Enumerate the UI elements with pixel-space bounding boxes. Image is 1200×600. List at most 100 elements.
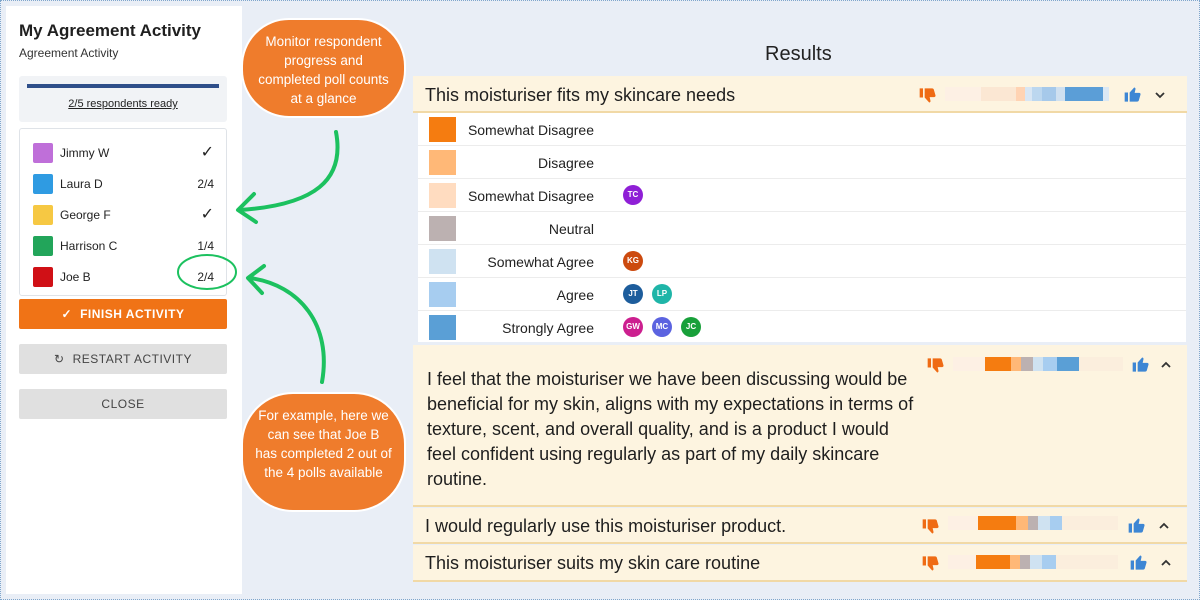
chevron-up-icon[interactable] xyxy=(1157,519,1171,533)
respondent-color-swatch xyxy=(33,174,53,194)
bar-segment xyxy=(1010,555,1020,569)
scale-label: Somewhat Disagree xyxy=(467,122,594,138)
scale-label: Disagree xyxy=(537,155,594,171)
bar-segment xyxy=(976,555,1010,569)
chevron-up-icon[interactable] xyxy=(1159,358,1173,372)
distribution-row: Agree JT LP xyxy=(418,278,1186,311)
chevron-down-icon[interactable] xyxy=(1153,88,1167,102)
avatar[interactable]: TC xyxy=(623,185,643,205)
callout-progress-tip: Monitor respondent progress and complete… xyxy=(241,18,406,118)
respondent-row[interactable]: George F ✓ xyxy=(20,201,228,229)
scale-swatch xyxy=(429,249,456,274)
scale-swatch xyxy=(429,315,456,340)
finish-activity-button[interactable]: ✓ FINISH ACTIVITY xyxy=(19,299,227,329)
thumbs-down-icon xyxy=(926,355,946,375)
respondent-row[interactable]: Joe B 2/4 xyxy=(20,263,228,291)
respondents-ready-link[interactable]: 2/5 respondents ready xyxy=(19,98,227,110)
bar-segment xyxy=(953,357,985,371)
scale-label: Neutral xyxy=(548,221,594,237)
response-distribution-bar xyxy=(945,87,1109,101)
respondent-status: 2/4 xyxy=(197,270,214,284)
distribution-row: Strongly Agree GW MC JC xyxy=(418,311,1186,344)
progress-box: 2/5 respondents ready xyxy=(19,76,227,122)
respondent-name: Jimmy W xyxy=(60,146,110,160)
response-distribution-bar xyxy=(948,516,1118,530)
respondent-name: Laura D xyxy=(60,177,103,191)
question-text: This moisturiser suits my skin care rout… xyxy=(425,553,761,573)
respondent-row[interactable]: Jimmy W ✓ xyxy=(20,139,228,167)
bar-segment xyxy=(1033,357,1043,371)
bar-segment xyxy=(1038,516,1050,530)
bar-segment xyxy=(1079,357,1123,371)
finish-activity-label: FINISH ACTIVITY xyxy=(80,307,185,321)
scale-label: Agree xyxy=(556,287,594,303)
bar-segment xyxy=(985,357,1011,371)
bar-segment xyxy=(1042,555,1056,569)
bar-segment xyxy=(1050,516,1062,530)
scale-label: Strongly Agree xyxy=(502,320,594,336)
question-header[interactable]: This moisturiser fits my skincare needs xyxy=(413,76,1187,113)
bar-segment xyxy=(1062,516,1118,530)
chevron-up-icon[interactable] xyxy=(1159,556,1173,570)
question-header[interactable]: This moisturiser suits my skin care rout… xyxy=(413,545,1187,582)
restart-activity-button[interactable]: ↻ RESTART ACTIVITY xyxy=(19,344,227,374)
respondent-row[interactable]: Harrison C 1/4 xyxy=(20,232,228,260)
results-title: Results xyxy=(765,43,832,65)
activity-sidebar: My Agreement Activity Agreement Activity… xyxy=(6,6,242,594)
bar-segment xyxy=(1056,555,1118,569)
respondent-color-swatch xyxy=(33,205,53,225)
scale-swatch xyxy=(429,282,456,307)
question-text: I would regularly use this moisturiser p… xyxy=(425,516,787,536)
scale-label: Somewhat Agree xyxy=(487,254,594,270)
avatar[interactable]: MC xyxy=(652,317,672,337)
bar-segment xyxy=(1030,555,1042,569)
avatar[interactable]: JC xyxy=(681,317,701,337)
bar-segment xyxy=(981,87,1017,101)
respondent-color-swatch xyxy=(33,143,53,163)
bar-segment xyxy=(1028,516,1038,530)
close-label: CLOSE xyxy=(101,397,145,411)
respondent-row[interactable]: Laura D 2/4 xyxy=(20,170,228,198)
close-button[interactable]: CLOSE xyxy=(19,389,227,419)
avatar[interactable]: KG xyxy=(623,251,643,271)
progress-fill xyxy=(27,84,219,88)
question-header[interactable]: I feel that the moisturiser we have been… xyxy=(413,345,1187,507)
respondent-status: ✓ xyxy=(200,144,214,161)
bar-segment xyxy=(1103,87,1109,101)
thumbs-down-icon xyxy=(918,85,938,105)
bar-segment xyxy=(1020,555,1030,569)
distribution-row: Disagree xyxy=(418,146,1186,179)
bar-segment xyxy=(945,87,982,101)
bar-segment xyxy=(1056,87,1066,101)
question-text: This moisturiser fits my skincare needs xyxy=(425,85,736,105)
distribution-row: Somewhat Disagree xyxy=(418,113,1186,146)
respondent-name: Joe B xyxy=(60,270,91,284)
avatar[interactable]: LP xyxy=(652,284,672,304)
thumbs-up-icon xyxy=(1123,85,1143,105)
sidebar-title: My Agreement Activity xyxy=(19,21,202,40)
restart-icon: ↻ xyxy=(54,352,65,366)
thumbs-down-icon xyxy=(921,516,941,536)
respondent-color-swatch xyxy=(33,236,53,256)
bar-segment xyxy=(1057,357,1079,371)
thumbs-up-icon xyxy=(1129,553,1149,573)
thumbs-up-icon xyxy=(1127,516,1147,536)
bar-segment xyxy=(948,555,976,569)
distribution-row: Somewhat Disagree TC xyxy=(418,179,1186,212)
bar-segment xyxy=(1065,87,1104,101)
question-text: I feel that the moisturiser we have been… xyxy=(427,369,914,489)
bar-segment xyxy=(1016,87,1026,101)
distribution-row: Neutral xyxy=(418,212,1186,245)
avatar[interactable]: JT xyxy=(623,284,643,304)
respondent-list: Jimmy W ✓ Laura D 2/4 George F ✓ Harriso… xyxy=(19,128,227,296)
bar-segment xyxy=(1016,516,1028,530)
response-distribution-bar xyxy=(953,357,1123,371)
scale-swatch xyxy=(429,183,456,208)
question-header[interactable]: I would regularly use this moisturiser p… xyxy=(413,508,1187,544)
check-icon: ✓ xyxy=(61,307,73,321)
respondent-name: Harrison C xyxy=(60,239,118,253)
respondent-status: 2/4 xyxy=(197,177,214,191)
avatar[interactable]: GW xyxy=(623,317,643,337)
respondent-name: George F xyxy=(60,208,111,222)
distribution-row: Somewhat Agree KG xyxy=(418,245,1186,278)
